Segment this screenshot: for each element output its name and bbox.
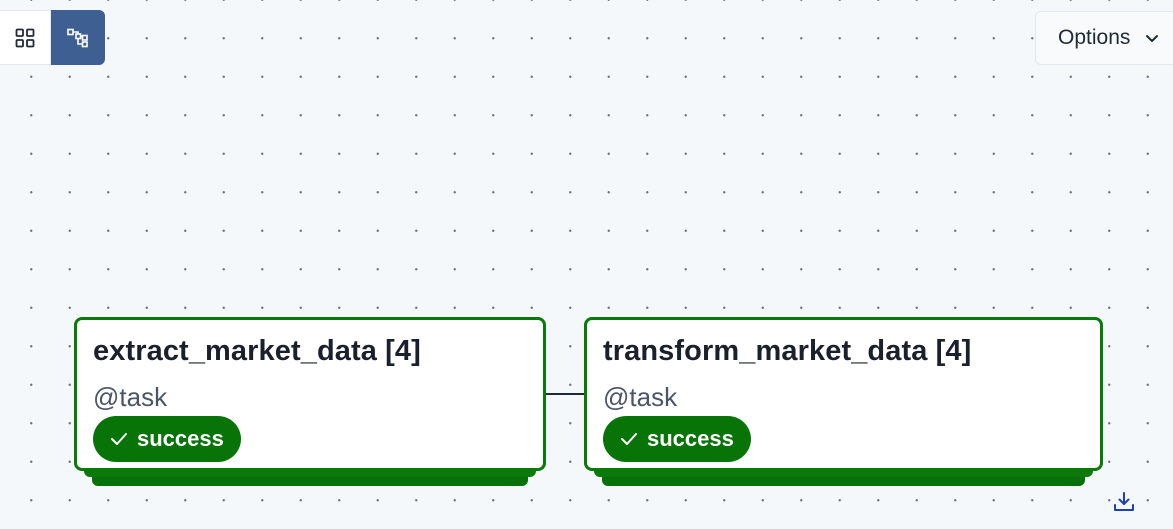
status-label: success	[647, 426, 734, 451]
task-card[interactable]: extract_market_data [4] @task success	[74, 317, 546, 471]
check-icon	[620, 432, 638, 446]
status-label: success	[137, 426, 224, 451]
download-button[interactable]	[1111, 489, 1137, 515]
graph-canvas[interactable]: Options extract_market_data [4] @task su…	[0, 0, 1173, 529]
grid-icon	[15, 28, 35, 47]
dependency-edge	[544, 393, 586, 395]
options-label: Options	[1058, 26, 1131, 49]
graph-icon	[67, 28, 88, 47]
grid-view-button[interactable]	[0, 10, 51, 65]
task-node-transform-market-data[interactable]: transform_market_data [4] @task success	[584, 317, 1103, 486]
download-icon	[1114, 492, 1134, 511]
task-decorator: @task	[603, 382, 678, 412]
status-badge: success	[93, 416, 241, 462]
view-toggle	[0, 10, 105, 65]
task-node-extract-market-data[interactable]: extract_market_data [4] @task success	[74, 317, 546, 486]
options-button[interactable]: Options	[1035, 11, 1173, 65]
task-title: transform_market_data [4]	[603, 335, 972, 367]
chevron-down-icon	[1144, 30, 1160, 46]
status-badge: success	[603, 416, 751, 462]
task-title: extract_market_data [4]	[93, 335, 421, 367]
task-card[interactable]: transform_market_data [4] @task success	[584, 317, 1103, 471]
task-decorator: @task	[93, 382, 168, 412]
graph-view-button[interactable]	[51, 10, 105, 65]
check-icon	[110, 432, 128, 446]
